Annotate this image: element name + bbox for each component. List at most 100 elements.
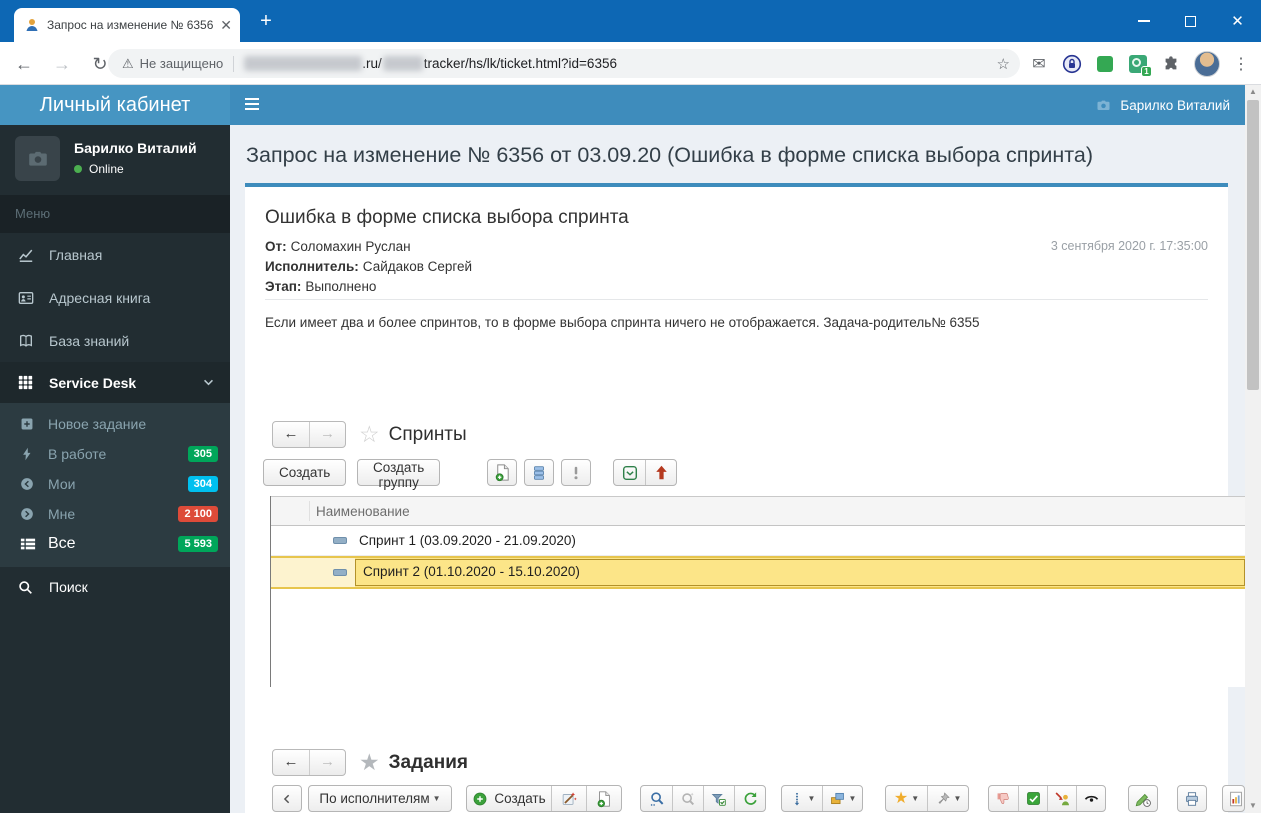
tab-favicon-icon [24,17,40,33]
report-dropdown[interactable] [1222,785,1245,812]
online-status-dot [74,165,82,173]
topbar-user[interactable]: Барилко Виталий [1096,85,1230,125]
favorite-dropdown[interactable]: ★ ▼ [886,786,927,811]
sidebar-item-search[interactable]: Поиск [0,567,230,607]
plus-square-icon [20,417,40,431]
submenu-item-my[interactable]: Мои 304 [0,469,230,499]
post-checkbox-button[interactable] [614,460,645,485]
edit-deadline-button[interactable] [1128,785,1158,812]
history-nav-buttons: ← → [272,421,346,448]
window-minimize-button[interactable] [1120,0,1167,42]
browser-back-button[interactable]: ← [12,52,36,76]
arrow-circle-left-icon [20,477,40,491]
scrollbar-thumb[interactable] [1247,100,1259,390]
scrollbar-up-arrow[interactable]: ▲ [1245,85,1261,99]
favorite-star-icon[interactable]: ★ [359,751,380,774]
complete-button[interactable] [1018,786,1047,811]
favorite-star-icon[interactable]: ☆ [359,423,380,446]
configure-list-button[interactable] [703,786,734,811]
submenu-item-label: В работе [48,446,107,462]
sidebar-item-address-book[interactable]: Адресная книга [0,276,230,319]
window-controls: ✕ [1120,0,1261,42]
submenu-item-label: Мои [48,476,76,492]
create-task-button[interactable]: Создать [467,786,551,811]
submenu-item-in-progress[interactable]: В работе 305 [0,439,230,469]
sprint-name: Спринт 1 (03.09.2020 - 21.09.2020) [359,533,576,548]
cancel-search-button[interactable] [672,786,703,811]
page-title: Запрос на изменение № 6356 от 03.09.20 (… [246,143,1094,167]
forward-arrow-button[interactable]: → [309,750,345,775]
back-arrow-button[interactable]: ← [273,422,309,447]
assign-executor-button[interactable] [1047,786,1076,811]
refresh-button[interactable] [734,786,765,811]
group-by-dropdown[interactable]: По исполнителям ▼ [308,785,452,812]
table-row[interactable]: Спринт 1 (03.09.2020 - 21.09.2020) [271,526,1245,556]
table-row-selected[interactable]: Спринт 2 (01.10.2020 - 15.10.2020) [271,556,1245,589]
redacted-path-block [382,56,423,71]
mail-icon[interactable]: ✉ [1029,54,1049,74]
extension-with-badge-icon[interactable]: 1 [1128,54,1152,77]
browser-menu-icon[interactable]: ⋮ [1233,54,1249,74]
copy-document-button[interactable] [487,459,517,486]
search-button[interactable] [641,786,672,811]
menu-toggle-icon[interactable] [245,98,259,110]
bolt-icon [20,447,40,461]
sidebar: Личный кабинет Барилко Виталий Online Ме… [0,85,230,813]
submenu-item-all[interactable]: Все 5 593 [0,529,230,559]
submenu-item-new-task[interactable]: Новое задание [0,409,230,439]
tasks-heading: Задания [388,751,468,773]
back-arrow-button[interactable]: ← [273,750,309,775]
create-wizard-button[interactable] [551,786,586,811]
create-button[interactable]: Создать [263,459,347,486]
submenu-item-to-me[interactable]: Мне 2 100 [0,499,230,529]
window-maximize-button[interactable] [1167,0,1214,42]
reject-button[interactable] [989,786,1018,811]
window-close-button[interactable]: ✕ [1214,0,1261,42]
scrollbar-down-arrow[interactable]: ▼ [1245,799,1261,813]
tab-title: Запрос на изменение № 6356 о [47,18,215,32]
user-status: Online [89,162,124,176]
sidebar-item-home[interactable]: Главная [0,233,230,276]
grouping-dropdown[interactable]: ▼ [822,786,862,811]
user-name: Барилко Виталий [74,140,197,156]
copy-task-button[interactable] [586,786,621,811]
caret-down-icon: ▼ [848,794,857,803]
new-tab-button[interactable]: + [254,10,278,34]
list-settings-button[interactable] [524,459,554,486]
address-bar[interactable]: ⚠ Не защищено .ru/ tracker/hs/lk/ticket.… [108,49,1020,78]
password-lock-extension-icon[interactable] [1062,54,1082,74]
create-actions-group: Создать [466,785,622,812]
submenu-item-label: Все [48,535,76,552]
collapse-button[interactable] [272,785,302,812]
browser-tab[interactable]: Запрос на изменение № 6356 о ✕ [14,8,240,42]
main-content: Барилко Виталий Запрос на изменение № 63… [230,85,1245,813]
importance-button[interactable] [561,459,591,486]
pin-dropdown[interactable]: ▼ [927,786,968,811]
tab-close-icon[interactable]: ✕ [220,17,232,34]
browser-forward-button[interactable]: → [50,52,74,76]
browser-profile-avatar[interactable] [1194,50,1220,77]
green-square-extension-icon[interactable] [1095,54,1115,74]
app-brand: Личный кабинет [0,85,230,125]
print-button[interactable] [1177,785,1207,812]
service-desk-submenu: Новое задание В работе 305 Мои 304 Мне 2… [0,403,230,567]
forward-arrow-button[interactable]: → [309,422,345,447]
sidebar-item-service-desk[interactable]: Service Desk [0,362,230,403]
topbar-user-name: Барилко Виталий [1120,97,1230,113]
move-up-button[interactable] [645,460,676,485]
bookmark-star-icon[interactable]: ☆ [997,55,1010,73]
extensions-puzzle-icon[interactable] [1161,54,1181,74]
arrow-circle-right-icon [20,507,40,521]
page-scrollbar[interactable]: ▲ ▼ [1245,85,1261,813]
sprints-table: Наименование Спринт 1 (03.09.2020 - 21.0… [270,496,1245,687]
sidebar-item-knowledge-base[interactable]: База знаний [0,319,230,362]
not-secure-warning-icon: ⚠ [122,55,134,71]
watch-button[interactable] [1076,786,1105,811]
ticket-subject: Ошибка в форме списка выбора спринта [265,207,629,228]
caret-down-icon: ▼ [911,794,920,803]
app-area: Личный кабинет Барилко Виталий Online Ме… [0,85,1261,813]
browser-extensions-area: ✉ 1 ⋮ [1029,42,1249,85]
sort-order-dropdown[interactable]: ▼ [782,786,822,811]
url-path: tracker/hs/lk/ticket.html?id=6356 [423,56,617,71]
create-group-button[interactable]: Создать группу [357,459,441,490]
